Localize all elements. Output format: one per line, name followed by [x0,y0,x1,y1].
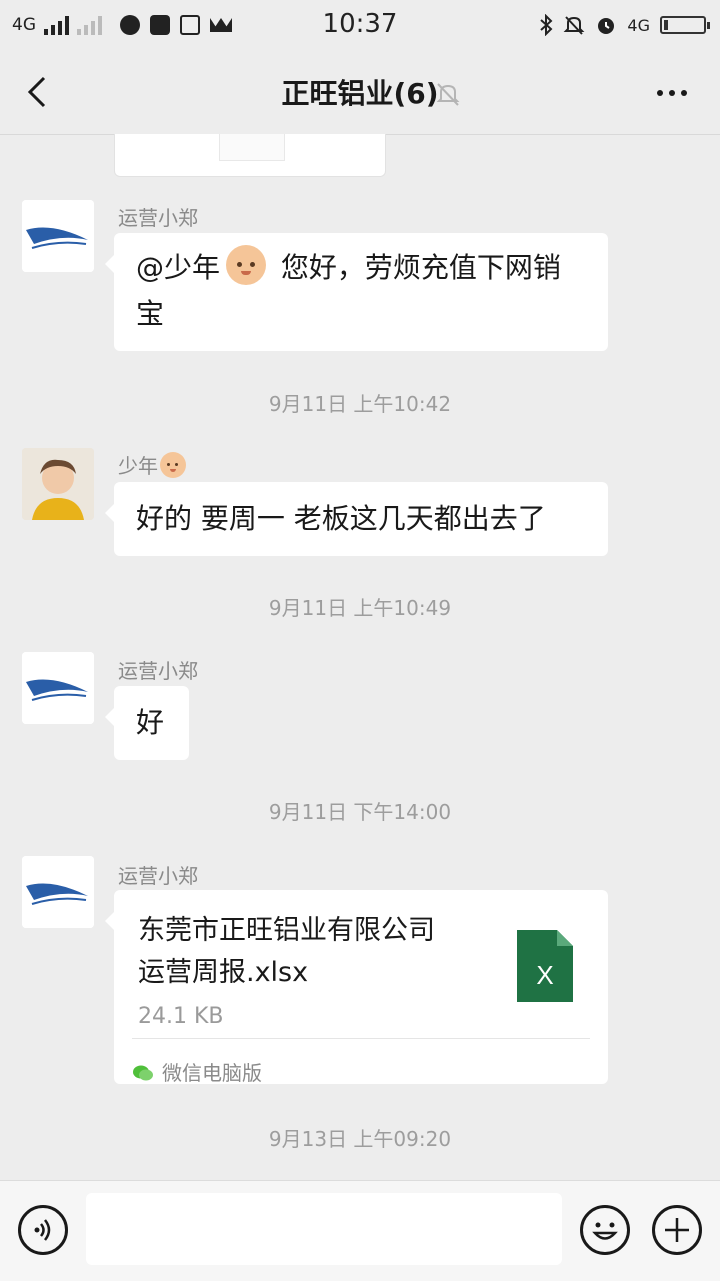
baby-emoji-icon [226,245,267,285]
sender-name: 运营小郑 [118,864,198,888]
sender-name: 少年 [118,450,186,479]
avatar-yunying[interactable] [22,652,94,724]
timestamp: 9月11日 下午14:00 [268,800,452,824]
status-right: 4G [539,10,710,40]
battery-icon [660,16,710,34]
file-name-line2: 运营周报.xlsx [138,957,309,988]
alipay-icon [150,15,170,35]
planet-icon [120,15,140,35]
sender-name: 运营小郑 [118,206,198,230]
more-icon[interactable] [654,78,690,108]
avatar-yunying[interactable] [22,200,94,272]
company-logo-icon [22,200,94,272]
network-type-right: 4G [627,15,650,35]
file-message-card[interactable]: 东莞市正旺铝业有限公司 运营周报.xlsx 24.1 KB X 微信电脑版 [105,890,608,1085]
timestamp: 9月13日 上午09:20 [268,1127,452,1151]
file-source-text: 微信电脑版 [162,1061,262,1085]
child-photo-icon [22,448,94,520]
company-logo-icon [22,652,94,724]
mute-icon [564,16,585,35]
excel-letter: X [536,960,554,990]
mute-bell-icon [436,83,460,106]
file-name-line1: 东莞市正旺铝业有限公司 [138,915,435,946]
image-thumbnail [219,134,285,161]
s-app-icon [180,15,200,35]
emoji-icon[interactable] [580,1205,630,1255]
alarm-icon [598,18,615,34]
previous-image-message[interactable] [114,134,386,177]
avatar-shaonian[interactable] [22,448,94,520]
message-text-mention: @少年 [136,251,221,284]
message-text: 好 [136,706,165,739]
message-bubble[interactable]: @少年 您好，劳烦充值下网销宝 [105,233,608,351]
status-left: 4G [12,10,232,40]
message-input[interactable] [86,1193,562,1265]
signal-icon [44,15,69,35]
card-divider [132,1038,590,1039]
company-logo-icon [22,856,94,928]
clock: 10:37 [322,9,398,39]
message-bubble[interactable]: 好 [105,686,189,760]
message-bubble[interactable]: 好的 要周一 老板这几天都出去了 [105,482,608,556]
message-text: 好的 要周一 老板这几天都出去了 [136,502,546,535]
input-bar [0,1180,720,1281]
voice-icon[interactable] [18,1205,68,1255]
sender-name-text: 少年 [118,454,158,478]
wechat-icon [133,1065,153,1081]
avatar-yunying[interactable] [22,856,94,928]
file-size: 24.1 KB [138,1004,224,1029]
timestamp: 9月11日 上午10:42 [268,392,452,416]
timestamp: 9月11日 上午10:49 [268,596,452,620]
app-notification-icons [120,15,232,35]
bluetooth-icon [540,14,553,36]
baby-emoji-icon [160,452,186,478]
chat-title: 正旺铝业(6) [281,77,439,110]
crown-icon [210,18,232,32]
plus-icon[interactable] [652,1205,702,1255]
signal-secondary-icon [77,15,102,35]
status-bar: 4G 10:37 4G [0,0,720,50]
chat-header: 正旺铝业(6) [0,50,720,135]
network-type-left: 4G [12,15,36,35]
excel-file-icon: X [517,930,573,1002]
file-source: 微信电脑版 [132,1050,262,1096]
sender-name: 运营小郑 [118,659,198,683]
